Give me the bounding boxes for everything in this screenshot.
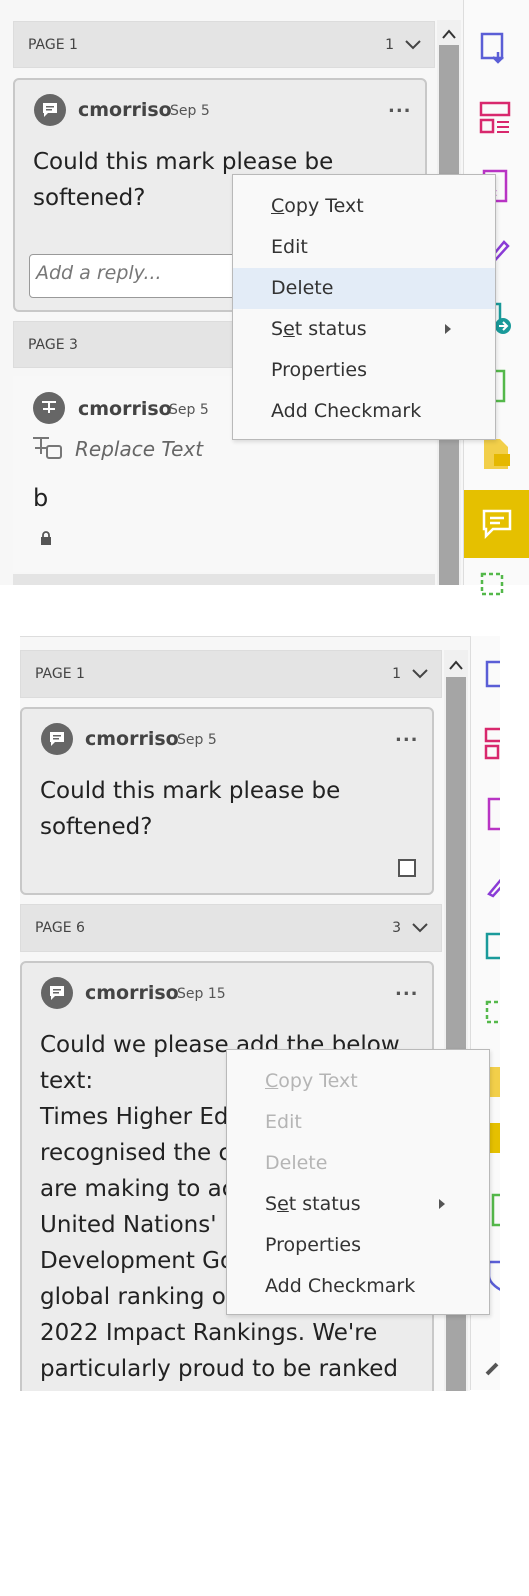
comment-date: Sep 5 <box>177 732 217 748</box>
organize-pages-icon[interactable] <box>483 726 500 762</box>
scan-ocr-icon[interactable] <box>478 570 514 606</box>
comment-text: Could this mark please be softened? <box>40 778 341 840</box>
comment-count: 3 <box>392 920 401 936</box>
context-menu: Copy Text Edit Delete Set status Propert… <box>226 1049 490 1315</box>
chevron-down-icon[interactable] <box>411 922 429 934</box>
page-header-3[interactable]: PAGE 3 <box>13 321 243 368</box>
comment-type: Replace Text <box>75 437 204 461</box>
replace-text-icon <box>42 401 56 413</box>
comment-date: Sep 15 <box>177 986 226 1002</box>
menu-item-delete[interactable]: Delete <box>233 268 495 309</box>
menu-item-add-checkmark[interactable]: Add Checkmark <box>233 391 495 432</box>
reply-input[interactable]: Add a reply... <box>29 254 259 298</box>
menu-item-edit: Edit <box>265 1111 302 1133</box>
more-options-button[interactable]: ... <box>388 96 412 117</box>
comment-count: 1 <box>385 36 394 53</box>
page-label: PAGE 6 <box>35 920 85 936</box>
page-label: PAGE 1 <box>28 36 78 53</box>
page-header-6[interactable]: PAGE 6 3 <box>20 904 442 952</box>
export-pdf-icon[interactable] <box>478 30 514 66</box>
submenu-arrow-icon <box>439 1199 445 1209</box>
more-options-button[interactable]: ... <box>395 725 419 746</box>
more-tools-icon[interactable] <box>483 1346 500 1382</box>
context-menu: Copy Text Edit Delete Set status Propert… <box>232 174 496 440</box>
export-pdf-icon[interactable] <box>483 658 500 694</box>
page-header-1[interactable]: PAGE 1 1 <box>20 650 442 698</box>
comment-line: particularly proud to be ranked <box>40 1356 398 1382</box>
comment-icon <box>50 986 64 1000</box>
page-label: PAGE 1 <box>35 666 85 682</box>
more-options-button[interactable]: ... <box>395 979 419 1000</box>
scroll-up-icon[interactable] <box>448 659 464 671</box>
menu-item-copy-text[interactable]: Copy Text <box>233 186 495 227</box>
next-page-header <box>13 574 435 585</box>
comment-icon <box>43 103 57 117</box>
menu-item-set-status[interactable]: Set status <box>227 1184 489 1225</box>
author-name: cmorriso <box>85 728 179 750</box>
author-name: cmorriso <box>78 398 172 420</box>
stamp-icon[interactable] <box>478 436 514 472</box>
comment-tool-active[interactable] <box>464 490 529 558</box>
menu-item-delete: Delete <box>265 1152 328 1174</box>
menu-item-properties[interactable]: Properties <box>233 350 495 391</box>
edit-pdf-icon[interactable] <box>483 796 500 832</box>
menu-item-add-checkmark[interactable]: Add Checkmark <box>227 1266 489 1307</box>
send-for-review-icon[interactable] <box>483 930 500 966</box>
chevron-down-icon[interactable] <box>411 668 429 680</box>
author-name: cmorriso <box>78 99 172 121</box>
avatar <box>41 723 73 755</box>
author-name: cmorriso <box>85 982 179 1004</box>
scroll-up-icon[interactable] <box>441 28 457 40</box>
checkmark-checkbox[interactable] <box>398 859 416 877</box>
comment-count: 1 <box>392 666 401 682</box>
avatar <box>33 392 65 424</box>
menu-item-copy-text: Copy Text <box>265 1070 358 1092</box>
chevron-down-icon[interactable] <box>404 39 422 51</box>
comment-text: b <box>33 484 49 512</box>
avatar <box>34 94 66 126</box>
comment-icon <box>50 732 64 746</box>
lock-icon <box>41 531 51 545</box>
menu-item-edit[interactable]: Edit <box>233 227 495 268</box>
submenu-arrow-icon <box>445 324 451 334</box>
menu-item-properties[interactable]: Properties <box>227 1225 489 1266</box>
page-header-1[interactable]: PAGE 1 1 <box>13 21 435 68</box>
comment-icon <box>482 509 512 540</box>
avatar <box>41 977 73 1009</box>
fill-sign-icon[interactable] <box>483 864 500 900</box>
scan-ocr-icon[interactable] <box>483 998 500 1034</box>
organize-pages-icon[interactable] <box>478 100 514 136</box>
comment-date: Sep 5 <box>169 402 209 418</box>
page-label: PAGE 3 <box>28 336 78 353</box>
comment-line: 2022 Impact Rankings. We're <box>40 1320 378 1346</box>
replace-text-type-icon <box>33 437 62 459</box>
comment-date: Sep 5 <box>170 103 210 119</box>
menu-item-set-status[interactable]: Set status <box>233 309 495 350</box>
comment-card[interactable]: cmorriso Sep 5 ... Could this mark pleas… <box>20 707 434 895</box>
